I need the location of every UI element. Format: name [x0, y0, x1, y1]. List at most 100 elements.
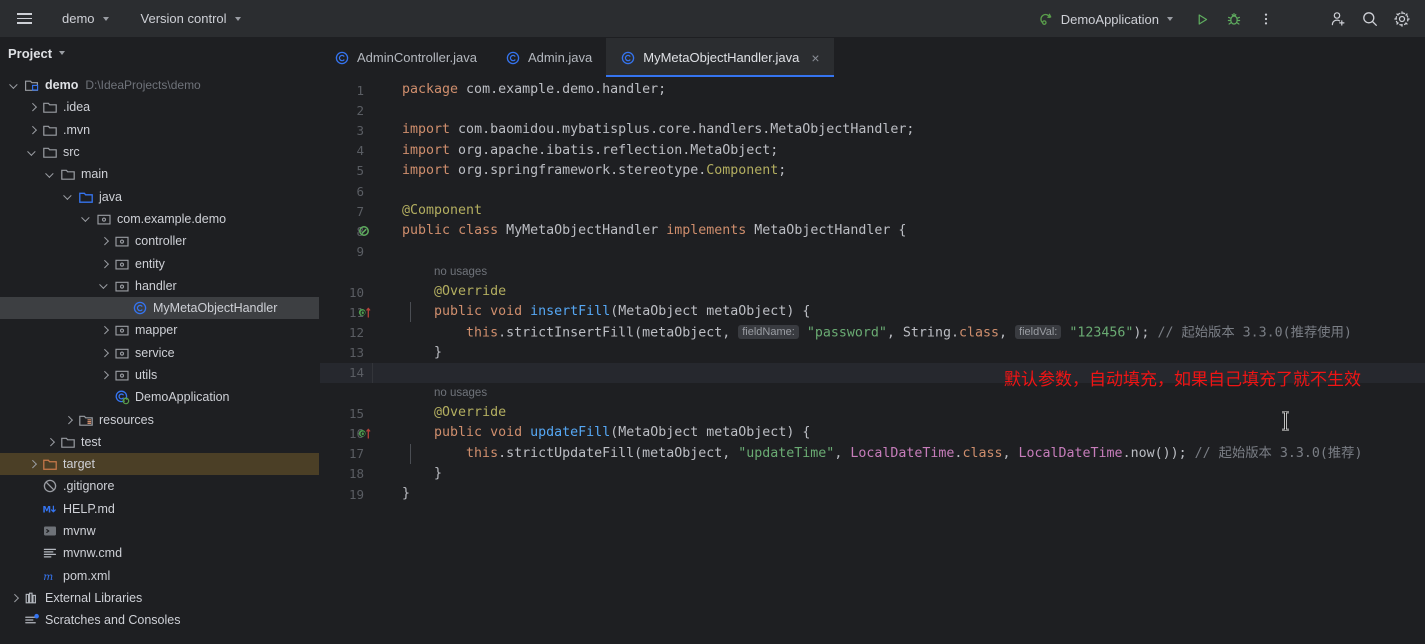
- gitignore-icon: [43, 480, 56, 493]
- chevron-right-icon[interactable]: [98, 346, 111, 359]
- tree-item-controller[interactable]: controller: [0, 230, 319, 252]
- tree-item-label: java: [99, 189, 122, 204]
- package-icon: [114, 259, 129, 269]
- overriding-method-icon[interactable]: O: [358, 306, 372, 319]
- chevron-right-icon[interactable]: [44, 435, 57, 448]
- package-icon: [114, 236, 129, 247]
- code-line-5: import org.springframework.stereotype.Co…: [402, 162, 787, 178]
- chevron-right-icon[interactable]: [98, 235, 111, 248]
- chevron-down-icon[interactable]: [62, 190, 75, 203]
- tree-item-target[interactable]: target: [0, 453, 319, 476]
- cmd-file-icon: [41, 545, 58, 561]
- chevron-right-icon[interactable]: [26, 458, 39, 471]
- tree-item-mvnw[interactable]: mvnw: [0, 520, 319, 542]
- markdown-icon: M: [41, 501, 58, 517]
- editor-gutter[interactable]: 1 2 3 4 5 6 7 8 9 10 11 O 12 13 14 15 16 O 17 18 19: [320, 78, 372, 644]
- add-user-button[interactable]: [1323, 5, 1353, 33]
- chevron-down-icon[interactable]: [80, 212, 93, 225]
- tree-item-java[interactable]: java: [0, 185, 319, 207]
- tree-item-gitignore[interactable]: .gitignore: [0, 475, 319, 497]
- chevron-down-icon[interactable]: [8, 79, 21, 92]
- tree-item-demo[interactable]: demo D:\IdeaProjects\demo: [0, 74, 319, 96]
- tree-item-scratches-and-consoles[interactable]: Scratches and Consoles: [0, 609, 319, 631]
- tree-item-resources[interactable]: resources: [0, 408, 319, 430]
- overriding-method-icon[interactable]: O: [358, 427, 372, 441]
- java-class-icon: [506, 51, 520, 64]
- debug-button[interactable]: [1219, 5, 1249, 33]
- run-configuration-selector[interactable]: DemoApplication: [1031, 7, 1181, 31]
- code-line-4: import org.apache.ibatis.reflection.Meta…: [402, 142, 779, 158]
- java-class-icon: [133, 301, 146, 315]
- chevron-down-icon[interactable]: [98, 279, 111, 292]
- folder-icon: [60, 170, 75, 181]
- package-icon: [96, 214, 111, 225]
- line-number: 4: [356, 143, 364, 159]
- chevron-down-icon[interactable]: [26, 146, 39, 159]
- chevron-right-icon[interactable]: [98, 324, 111, 337]
- line-number: 5: [356, 163, 364, 179]
- tree-item-idea[interactable]: .idea: [0, 96, 319, 118]
- svg-text:O: O: [360, 431, 365, 438]
- tree-item-test[interactable]: test: [0, 431, 319, 453]
- tree-item-external-libraries[interactable]: External Libraries: [0, 587, 319, 609]
- tree-item-service[interactable]: service: [0, 342, 319, 364]
- editor-tab-mymetaobjecthandler[interactable]: MyMetaObjectHandler.java ×: [606, 38, 834, 77]
- overriding-method-icon[interactable]: O: [358, 427, 372, 440]
- tree-item-label: utils: [135, 368, 158, 382]
- hamburger-icon[interactable]: [10, 6, 38, 32]
- settings-button[interactable]: [1387, 5, 1417, 33]
- bean-gutter-icon[interactable]: [358, 225, 371, 238]
- project-panel-header[interactable]: Project: [0, 38, 319, 68]
- tree-item-mymetaobjecthandler[interactable]: MyMetaObjectHandler: [0, 296, 319, 320]
- folder-icon: [59, 166, 76, 182]
- search-button[interactable]: [1355, 5, 1385, 33]
- tree-item-mvn[interactable]: .mvn: [0, 119, 319, 141]
- spring-class-icon: [113, 389, 130, 405]
- package-icon: [113, 345, 130, 361]
- code-content[interactable]: package com.example.demo.handler; import …: [372, 78, 1425, 644]
- chevron-right-icon[interactable]: [98, 369, 111, 382]
- tree-item-utils[interactable]: utils: [0, 364, 319, 386]
- tree-item-label: src: [63, 145, 80, 160]
- close-icon[interactable]: ×: [811, 51, 819, 65]
- code-line-18: }: [434, 465, 443, 481]
- chevron-right-icon[interactable]: [98, 257, 111, 270]
- code-line-11: public void insertFill(MetaObject metaOb…: [434, 304, 811, 320]
- chevron-right-icon[interactable]: [26, 101, 39, 114]
- version-control-selector[interactable]: Version control: [133, 7, 249, 30]
- inlay-hint-fieldval: fieldVal:: [1015, 325, 1062, 340]
- code-line-3: import com.baomidou.mybatisplus.core.han…: [402, 122, 915, 138]
- overriding-method-icon[interactable]: O: [358, 306, 372, 320]
- project-selector-label: demo: [62, 11, 95, 26]
- tree-item-main[interactable]: main: [0, 163, 319, 185]
- tree-item-com-example-demo[interactable]: com.example.demo: [0, 208, 319, 230]
- package-icon: [113, 256, 130, 272]
- editor-tab-admincontroller[interactable]: AdminController.java: [320, 38, 491, 77]
- tree-item-label: mvnw.cmd: [63, 546, 123, 561]
- tree-item-demoapplication[interactable]: DemoApplication: [0, 386, 319, 408]
- tree-item-pom-xml[interactable]: m pom.xml: [0, 565, 319, 587]
- code-editor[interactable]: 1 2 3 4 5 6 7 8 9 10 11 O 12 13 14 15 16 O 17 18 19 package …: [320, 78, 1425, 644]
- run-button[interactable]: [1187, 5, 1217, 33]
- chevron-right-icon[interactable]: [62, 413, 75, 426]
- chevron-right-icon[interactable]: [26, 123, 39, 136]
- tree-item-entity[interactable]: entity: [0, 252, 319, 274]
- libraries-icon: [23, 590, 40, 606]
- chevron-right-icon[interactable]: [8, 591, 21, 604]
- editor-tab-admin[interactable]: Admin.java: [491, 38, 606, 77]
- source-root-icon: [77, 189, 94, 205]
- bean-gutter-icon[interactable]: [358, 225, 372, 239]
- more-actions-button[interactable]: [1251, 5, 1281, 33]
- chevron-down-icon[interactable]: [44, 168, 57, 181]
- project-selector[interactable]: demo: [54, 7, 117, 30]
- tree-item-src[interactable]: src: [0, 141, 319, 163]
- resource-root-icon: [78, 415, 93, 426]
- chevron-down-icon: [59, 51, 66, 55]
- tree-item-mvnw-cmd[interactable]: mvnw.cmd: [0, 542, 319, 564]
- package-icon: [114, 348, 129, 359]
- tree-item-handler[interactable]: handler: [0, 275, 319, 297]
- resource-root-icon: [77, 412, 94, 428]
- tree-item-help-md[interactable]: M HELP.md: [0, 498, 319, 520]
- tree-item-mapper[interactable]: mapper: [0, 319, 319, 341]
